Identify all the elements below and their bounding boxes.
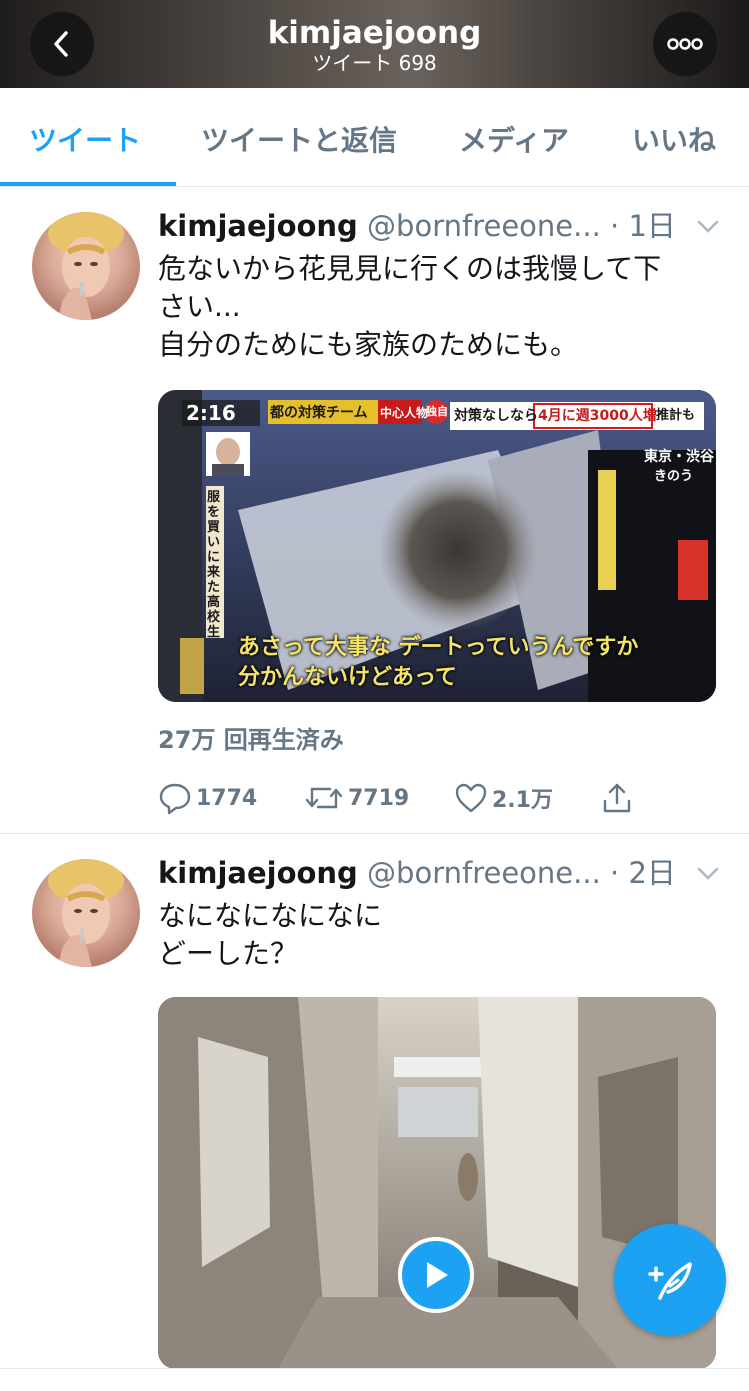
user-handle[interactable]: @bornfreeone...: [367, 856, 601, 890]
tweet-header: kimjaejoong @bornfreeone... · 2日: [158, 855, 676, 891]
reply-icon: [159, 783, 191, 815]
tweet-header: kimjaejoong @bornfreeone... · 1日: [158, 208, 676, 244]
tweet-text-line: なになになになに: [158, 899, 383, 932]
reply-button[interactable]: 1774: [158, 778, 257, 818]
reply-count: 1774: [196, 785, 258, 811]
active-tab-indicator: [0, 182, 176, 186]
tweet-text-line: 自分のためにも家族のためにも。: [158, 328, 579, 361]
profile-name: kimjaejoong: [267, 15, 482, 51]
video-subtitle-line: あさって大事な デートっていうんですか: [238, 635, 639, 660]
profile-tabs: ツイート ツイートと返信 メディア いいね: [0, 88, 749, 187]
tab-tweets[interactable]: ツイート: [29, 88, 141, 186]
heart-icon: [455, 783, 487, 813]
play-button[interactable]: [398, 1237, 474, 1313]
like-count: 2.1万: [492, 788, 553, 813]
tab-media[interactable]: メディア: [459, 88, 569, 186]
display-name[interactable]: kimjaejoong: [158, 856, 358, 890]
avatar[interactable]: [32, 859, 140, 967]
news-banner-tag: 中心人物: [380, 406, 429, 420]
news-exclusive-badge: 独自: [426, 405, 448, 418]
tweet-text: なになになになに どーした？: [158, 897, 718, 973]
share-icon: [603, 783, 631, 813]
tweet-text-line: 危ないから花見見に行くのは我慢して下: [158, 252, 662, 285]
news-banner-right-b: 4月に週3000人増: [538, 408, 657, 424]
tweet-text: 危ないから花見見に行くのは我慢して下 さい... 自分のためにも家族のためにも。: [158, 250, 718, 364]
news-when: きのう: [654, 469, 694, 484]
compose-tweet-button[interactable]: [614, 1224, 726, 1336]
retweet-count: 7719: [348, 785, 410, 811]
tweet-date[interactable]: · 1日: [610, 209, 676, 243]
share-button[interactable]: [600, 778, 638, 818]
bottom-tab-bar: [0, 1368, 749, 1391]
avatar[interactable]: [32, 212, 140, 320]
user-handle[interactable]: @bornfreeone...: [367, 209, 601, 243]
chevron-down-icon[interactable]: [694, 859, 722, 887]
news-banner-right-a: 対策なしなら: [454, 408, 538, 424]
more-icon: [667, 38, 703, 50]
profile-header: kimjaejoong ツイート 698: [0, 0, 749, 88]
video-thumbnail[interactable]: 2:16 都の対策チーム 中心人物 独自 対策なしなら 4月に週3000人増 推…: [158, 390, 716, 702]
tab-tweets-and-replies[interactable]: ツイートと返信: [201, 88, 397, 186]
like-button[interactable]: 2.1万: [454, 778, 553, 818]
retweet-button[interactable]: 7719: [304, 778, 409, 818]
tab-likes[interactable]: いいね: [632, 88, 716, 186]
news-vertical-caption: 服を買いに来た高校生: [207, 490, 221, 640]
more-options-button[interactable]: [653, 12, 717, 76]
retweet-icon: [305, 787, 343, 809]
display-name[interactable]: kimjaejoong: [158, 209, 358, 243]
news-banner-right-c: 推計も: [656, 408, 696, 423]
chevron-down-icon[interactable]: [694, 212, 722, 240]
compose-feather-icon: [648, 1262, 692, 1300]
tweet-text-line: さい...: [158, 290, 241, 323]
play-icon: [427, 1262, 448, 1288]
tweet-count: ツイート 698: [312, 51, 437, 75]
news-location: 東京・渋谷: [644, 449, 714, 465]
tweet-date[interactable]: · 2日: [610, 856, 676, 890]
view-count: 27万 回再生済み: [158, 726, 344, 754]
video-clock: 2:16: [186, 401, 236, 425]
video-subtitle-line: 分かんないけどあって: [238, 665, 457, 690]
news-banner-left: 都の対策チーム: [270, 405, 368, 421]
tweet-text-line: どーした？: [158, 937, 299, 970]
tweet-actions: 1774 7719 2.1万: [158, 778, 658, 818]
tweet[interactable]: kimjaejoong @bornfreeone... · 1日 危ないから花見…: [0, 188, 749, 834]
